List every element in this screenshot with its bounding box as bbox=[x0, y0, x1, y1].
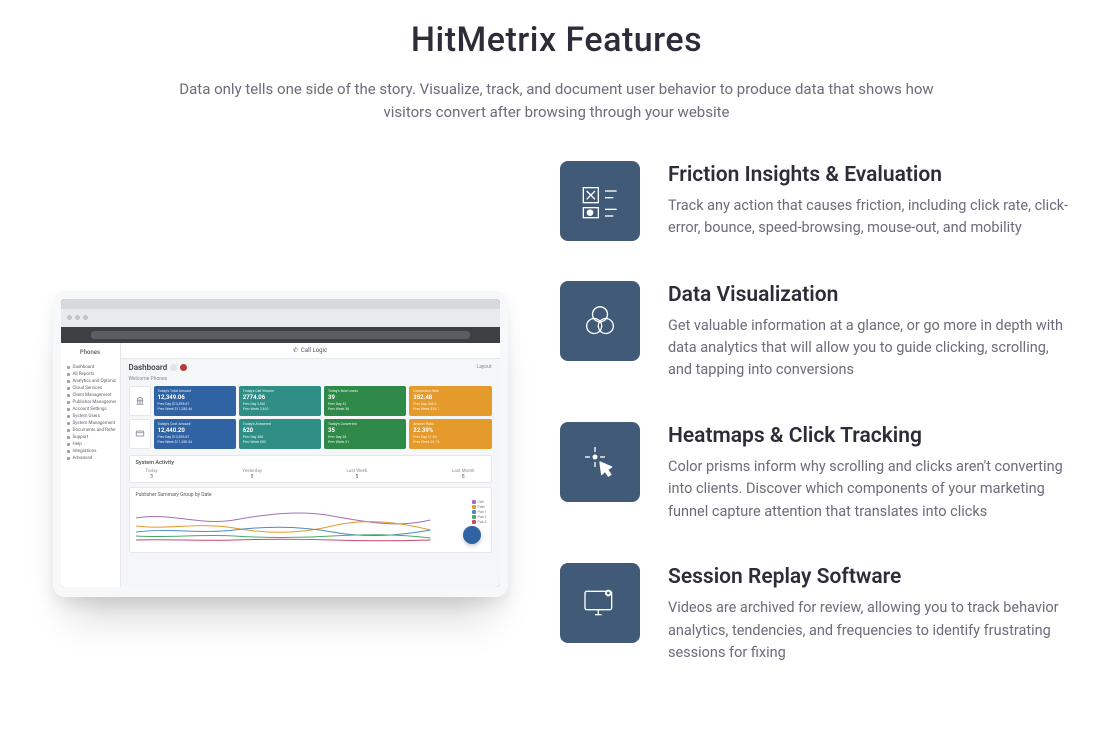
legend-item: Pub 3 bbox=[472, 520, 487, 524]
app-name: Call Logic bbox=[301, 347, 327, 354]
sidebar-item: Dashboard bbox=[65, 364, 116, 371]
feature-title: Heatmaps & Click Tracking bbox=[668, 424, 1073, 448]
row-icon bbox=[129, 386, 151, 416]
kpi-card: Today's New Leads39Prev Day 42Prev Week … bbox=[324, 386, 406, 416]
feature-row: Data Visualization Get valuable informati… bbox=[560, 281, 1073, 382]
chart-title: Publisher Summary Group by Date bbox=[136, 492, 485, 498]
chart-legend: CallPaidPub 1Pub 2Pub 3 bbox=[472, 500, 487, 524]
legend-item: Pub 1 bbox=[472, 510, 487, 514]
monitor-play-icon bbox=[560, 563, 640, 643]
kpi-card: Today's Answered620Prev Day 588Prev Week… bbox=[239, 419, 321, 449]
sidebar-item: Client Management bbox=[65, 392, 116, 399]
browser-urlbar bbox=[61, 327, 500, 343]
browser-tabbar bbox=[61, 309, 500, 327]
info-icon bbox=[170, 364, 177, 371]
legend-item: Paid bbox=[472, 505, 487, 509]
sidebar-item: Integrations bbox=[65, 448, 116, 455]
kpi-card: Today's Total Amount12,349.06Prev Day $1… bbox=[154, 386, 236, 416]
feature-row: Friction Insights & Evaluation Track any … bbox=[560, 161, 1073, 241]
help-bubble-icon bbox=[463, 526, 481, 544]
system-activity-card: System Activity Today3 Yesterday5 Last Wee… bbox=[129, 455, 492, 483]
hero-subtitle: Data only tells one side of the story. V… bbox=[177, 78, 937, 125]
welcome-text: Welcome Phones bbox=[121, 376, 500, 386]
phone-icon: ✆ bbox=[293, 347, 298, 354]
feature-description: Track any action that causes friction, i… bbox=[668, 195, 1073, 240]
app-main: ✆ Call Logic Dashboard Layout bbox=[121, 343, 500, 587]
kpi-card: Today's Converted35Prev Day 33Prev Week … bbox=[324, 419, 406, 449]
kpi-card: Answer Ratio22.39%Prev Day 21.8%Prev Wee… bbox=[409, 419, 491, 449]
app-sidebar: Phones DashboardAll ReportsAnalytics and… bbox=[61, 343, 121, 587]
sidebar-item: System Management bbox=[65, 420, 116, 427]
dashboard-title: Dashboard bbox=[129, 363, 188, 372]
feature-description: Videos are archived for review, allowing… bbox=[668, 597, 1073, 664]
legend-item: Call bbox=[472, 500, 487, 504]
kpi-card: Conversion Rate352.48Prev Day 348.2Prev … bbox=[409, 386, 491, 416]
system-activity-title: System Activity bbox=[136, 460, 485, 466]
layout-label: Layout bbox=[477, 364, 492, 370]
sidebar-item: Help bbox=[65, 441, 116, 448]
kpi-card: Today's Cost Amount12,440.20Prev Day $13… bbox=[154, 419, 236, 449]
kpi-card: Today's Call Volume2774.06Prev Day 2,561… bbox=[239, 386, 321, 416]
system-activity-col: Last Week5 bbox=[346, 469, 367, 480]
legend-item: Pub 2 bbox=[472, 515, 487, 519]
sidebar-item: Advanced bbox=[65, 455, 116, 462]
system-activity-col: Today3 bbox=[146, 469, 158, 480]
features-list: Friction Insights & Evaluation Track any … bbox=[560, 161, 1073, 665]
sidebar-item: Publisher Management bbox=[65, 399, 116, 406]
feature-title: Friction Insights & Evaluation bbox=[668, 163, 1073, 187]
feature-row: Heatmaps & Click Tracking Color prisms in… bbox=[560, 422, 1073, 523]
venn-icon bbox=[560, 281, 640, 361]
sidebar-item: Analytics and Optimization bbox=[65, 378, 116, 385]
click-target-icon bbox=[560, 422, 640, 502]
system-activity-col: Last Month5 bbox=[452, 469, 475, 480]
sidebar-item: System Users bbox=[65, 413, 116, 420]
laptop-frame: Phones DashboardAll ReportsAnalytics and… bbox=[53, 291, 508, 597]
hero-title: HitMetrix Features bbox=[40, 20, 1073, 60]
sidebar-item: Account Settings bbox=[65, 406, 116, 413]
chart-card: Publisher Summary Group by Date bbox=[129, 487, 492, 553]
sidebar-item: All Reports bbox=[65, 371, 116, 378]
feature-description: Get valuable information at a glance, or… bbox=[668, 315, 1073, 382]
notification-dot-icon bbox=[180, 364, 187, 371]
feature-title: Session Replay Software bbox=[668, 565, 1073, 589]
row-icon bbox=[129, 419, 151, 449]
line-chart bbox=[136, 500, 485, 544]
sidebar-item: Documents and References bbox=[65, 427, 116, 434]
os-menubar bbox=[61, 299, 500, 309]
friction-icon bbox=[560, 161, 640, 241]
sidebar-header: Phones bbox=[65, 347, 116, 360]
feature-row: Session Replay Software Videos are archiv… bbox=[560, 563, 1073, 664]
screenshot-mockup: Phones DashboardAll ReportsAnalytics and… bbox=[40, 161, 520, 665]
sidebar-item: Support bbox=[65, 434, 116, 441]
system-activity-col: Yesterday5 bbox=[242, 469, 262, 480]
sidebar-item: Cloud Services bbox=[65, 385, 116, 392]
feature-title: Data Visualization bbox=[668, 283, 1073, 307]
app-brand-strip: ✆ Call Logic bbox=[121, 343, 500, 359]
feature-description: Color prisms inform why scrolling and cl… bbox=[668, 456, 1073, 523]
